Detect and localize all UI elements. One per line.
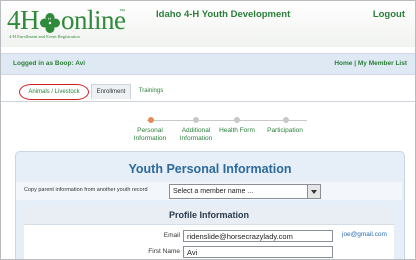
header: 4H Honline ™ 4-H Enrollment and Event Reg… xyxy=(1,1,415,47)
chevron-down-icon[interactable] xyxy=(307,185,320,198)
member-name-select[interactable]: Select a member name ... xyxy=(169,184,321,199)
copy-parent-row: Copy parent information from another you… xyxy=(16,182,402,200)
tab-divider xyxy=(1,101,415,102)
progress-dot-participation xyxy=(283,117,289,123)
member-select-value: Select a member name ... xyxy=(173,188,254,195)
first-name-label: First Name xyxy=(148,248,180,255)
home-link[interactable]: Home xyxy=(334,60,352,67)
youth-personal-info-panel: Youth Personal Information Copy parent i… xyxy=(15,151,405,259)
email-field[interactable]: ridenslide@horsecrazylady.com xyxy=(183,230,333,242)
profile-title: Profile Information xyxy=(168,210,249,220)
copy-parent-label: Copy parent information from another you… xyxy=(24,187,148,193)
progress-dot-personal xyxy=(148,117,154,123)
step-participation[interactable]: Participation xyxy=(262,127,308,135)
email-label: Email xyxy=(163,232,180,239)
progress-dot-health xyxy=(234,117,240,123)
4h-online-logo[interactable]: 4H Honline ™ 4-H Enrollment and Event Reg… xyxy=(7,5,127,43)
step-health-form[interactable]: Health Form xyxy=(215,127,259,135)
logged-in-user: Logged in as Boop: Avi xyxy=(13,60,86,67)
app-frame: 4H Honline ™ 4-H Enrollment and Event Reg… xyxy=(0,0,416,260)
logged-in-bar: Logged in as Boop: Avi Home | My Member … xyxy=(1,53,415,75)
tab-animals-livestock[interactable]: Animals / Livestock xyxy=(19,84,89,100)
site-title: Idaho 4-H Youth Development xyxy=(156,9,291,20)
logo-subtitle: 4-H Enrollment and Event Registration xyxy=(9,34,80,39)
link-separator: | xyxy=(354,60,357,67)
progress-dot-additional xyxy=(193,117,199,123)
panel-title: Youth Personal Information xyxy=(128,162,292,176)
step-personal-information[interactable]: Personal Information xyxy=(125,127,175,143)
profile-title-bar: Profile Information xyxy=(24,206,394,225)
first-name-field[interactable]: Avi xyxy=(183,246,333,258)
tab-enrollment[interactable]: Enrollment xyxy=(91,84,131,99)
email-hint: joe@gmail.com xyxy=(342,231,387,238)
logout-link[interactable]: Logout xyxy=(373,9,405,20)
profile-information-section: Profile Information Email ridenslide@hor… xyxy=(24,206,394,259)
my-member-list-link[interactable]: My Member List xyxy=(358,60,407,67)
top-links: Home | My Member List xyxy=(334,60,407,67)
tab-trainings[interactable]: Trainings xyxy=(131,84,171,98)
logo-trademark: ™ xyxy=(119,9,125,15)
